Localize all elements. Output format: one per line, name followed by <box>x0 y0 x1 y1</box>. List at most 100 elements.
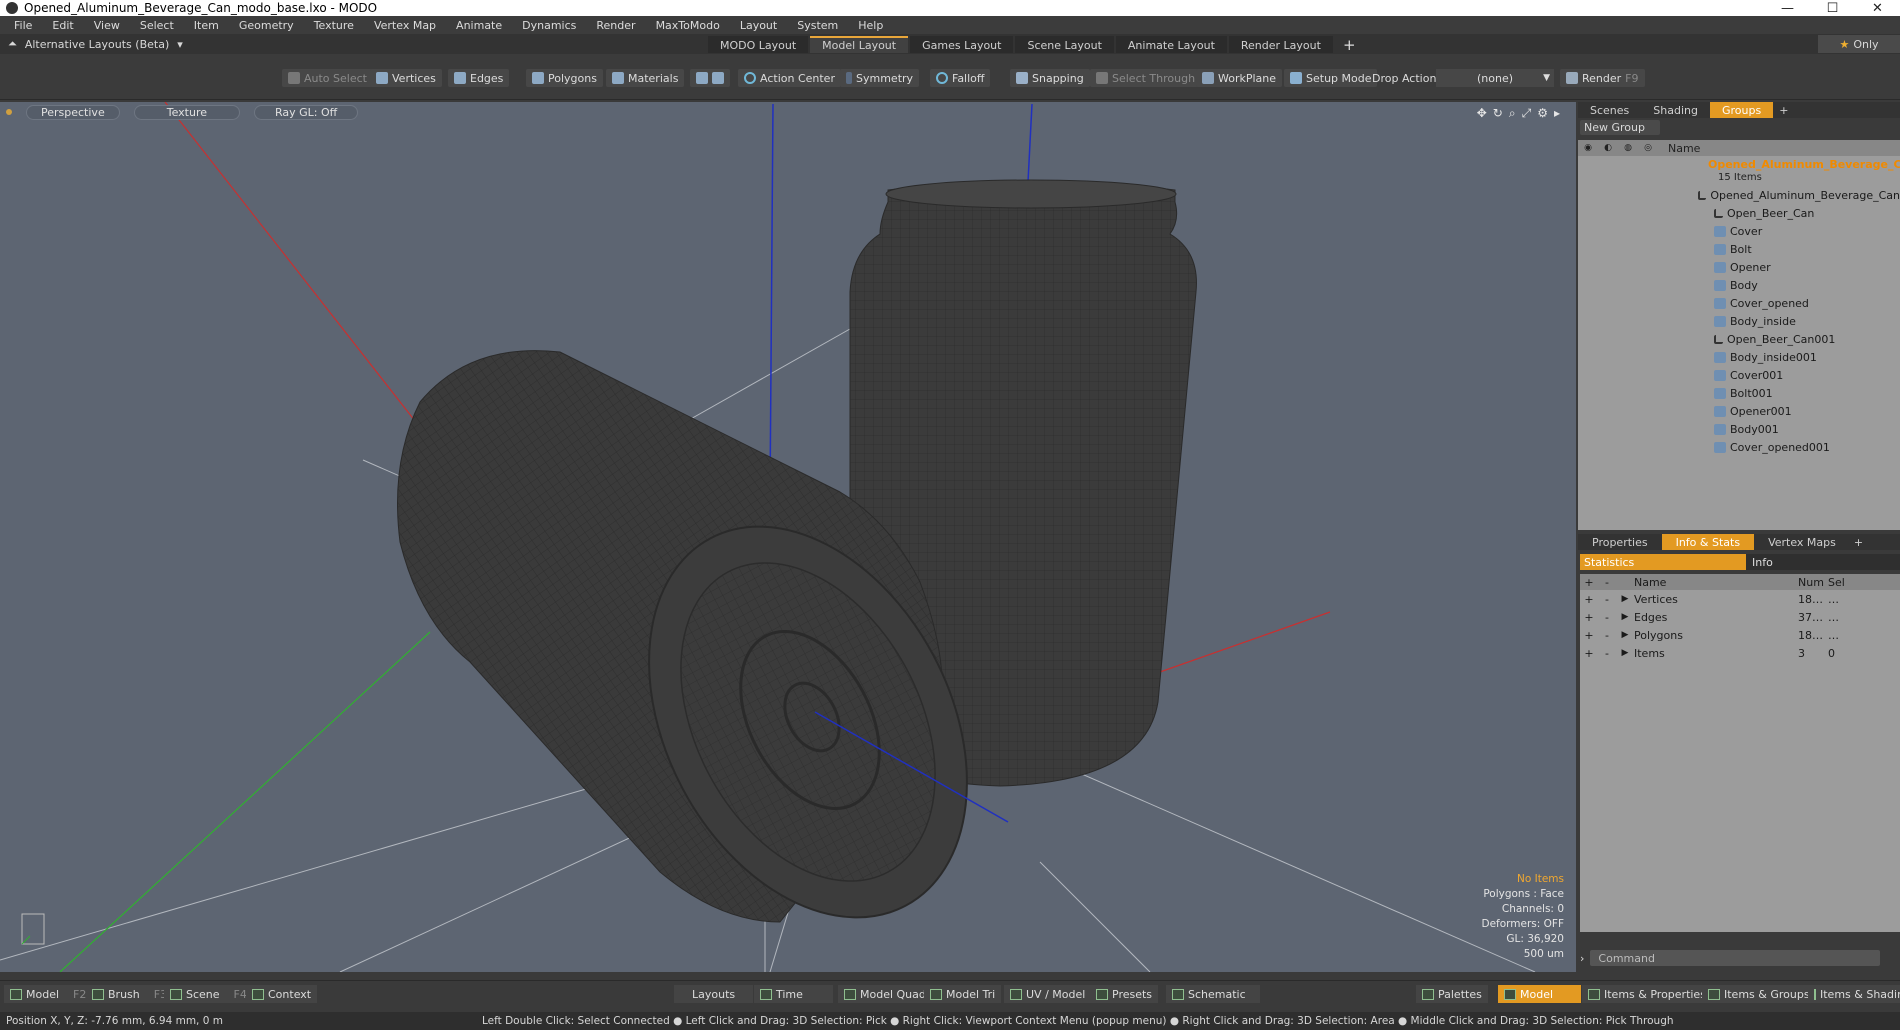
viewport-scene[interactable] <box>0 102 1576 972</box>
only-toggle[interactable]: ★ Only <box>1818 35 1900 53</box>
items-groups-button[interactable]: Items & Groups <box>1702 985 1816 1003</box>
stats-row-vertices[interactable]: + - ▶ Vertices 18… … <box>1580 590 1900 608</box>
expand-plus[interactable]: + <box>1580 629 1598 642</box>
minimize-button[interactable]: — <box>1765 0 1810 16</box>
group-item-row[interactable]: Cover_opened001 <box>1578 438 1900 456</box>
add-layout-button[interactable]: + <box>1343 36 1356 54</box>
stats-row-polygons[interactable]: + - ▶ Polygons 18… … <box>1580 626 1900 644</box>
falloff-button[interactable]: Falloff <box>930 69 991 87</box>
visibility-eye-icon[interactable]: ◉ <box>1578 140 1598 156</box>
items-shading-button[interactable]: Items & Shading <box>1808 985 1900 1003</box>
tab-vertex-maps[interactable]: Vertex Maps <box>1754 534 1850 550</box>
workplane-button[interactable]: WorkPlane <box>1196 69 1283 87</box>
info-tab[interactable]: Info <box>1746 554 1900 570</box>
vertices-button[interactable]: Vertices <box>370 69 442 87</box>
expand-arrow-icon[interactable]: ▶ <box>1616 630 1634 640</box>
scene-tab-button[interactable]: Scene F4 <box>164 985 253 1003</box>
lock-icon[interactable]: ◍ <box>1618 140 1638 156</box>
edges-button[interactable]: Edges <box>448 69 510 87</box>
viewport-menu-icon[interactable] <box>6 109 12 115</box>
group-item-row[interactable]: Cover_opened <box>1578 294 1900 312</box>
view-mode-dropdown[interactable]: Perspective <box>26 104 120 120</box>
statistics-tab[interactable]: Statistics <box>1580 554 1746 570</box>
tab-scene-layout[interactable]: Scene Layout <box>1015 36 1114 53</box>
uv-model-button[interactable]: UV / Model <box>1004 985 1092 1003</box>
expand-plus[interactable]: + <box>1580 611 1598 624</box>
stats-row-edges[interactable]: + - ▶ Edges 37… … <box>1580 608 1900 626</box>
select-through-button[interactable]: Select Through <box>1090 69 1202 87</box>
tab-modo-layout[interactable]: MODO Layout <box>708 36 809 53</box>
menu-layout[interactable]: Layout <box>730 19 787 32</box>
shading-mode-dropdown[interactable]: Texture <box>133 104 240 120</box>
menu-animate[interactable]: Animate <box>446 19 512 32</box>
action-center-button[interactable]: Action Center <box>738 69 841 87</box>
collapse-minus[interactable]: - <box>1598 611 1616 624</box>
presets-button[interactable]: Presets <box>1090 985 1159 1003</box>
tab-info-stats[interactable]: Info & Stats <box>1661 534 1755 550</box>
group-item-row[interactable]: Bolt <box>1578 240 1900 258</box>
expand-plus[interactable]: + <box>1580 647 1598 660</box>
menu-geometry[interactable]: Geometry <box>229 19 304 32</box>
expand-arrow-icon[interactable]: ▶ <box>1616 648 1634 658</box>
auto-select-button[interactable]: Auto Select <box>282 69 373 87</box>
menu-vertex-map[interactable]: Vertex Map <box>364 19 446 32</box>
items-properties-button[interactable]: Items & Properties <box>1582 985 1712 1003</box>
context-tab-button[interactable]: Context <box>246 985 318 1003</box>
maximize-button[interactable]: ☐ <box>1810 0 1855 16</box>
time-button[interactable]: Time <box>754 985 833 1003</box>
setup-mode-button[interactable]: Setup Mode <box>1284 69 1378 87</box>
group-item-row[interactable]: Open_Beer_Can <box>1578 204 1900 222</box>
palettes-button[interactable]: Palettes <box>1416 985 1488 1003</box>
model-tab-button[interactable]: Model F2 <box>4 985 93 1003</box>
menu-file[interactable]: File <box>4 19 42 32</box>
command-input[interactable]: Command <box>1590 950 1881 966</box>
model-quad-button[interactable]: Model Quad <box>838 985 932 1003</box>
expand-plus[interactable]: + <box>1580 593 1598 606</box>
layouts-button[interactable]: Layouts <box>674 985 754 1003</box>
maximize-viewport-icon[interactable]: ⤢ <box>1522 106 1532 121</box>
new-group-button[interactable]: New Group <box>1580 120 1660 135</box>
expand-arrow-icon[interactable]: ▶ <box>1616 594 1634 604</box>
tab-scenes[interactable]: Scenes <box>1578 102 1641 118</box>
add-tab-button[interactable]: + <box>1773 102 1794 118</box>
group-item-row[interactable]: Open_Beer_Can001 <box>1578 330 1900 348</box>
tab-render-layout[interactable]: Render Layout <box>1228 36 1333 53</box>
group-item-row[interactable]: Opener <box>1578 258 1900 276</box>
brush-tab-button[interactable]: Brush F3 <box>86 985 174 1003</box>
model-tri-button[interactable]: Model Tri <box>924 985 1002 1003</box>
group-item-row[interactable]: Opened_Aluminum_Beverage_Can <box>1578 186 1900 204</box>
group-item-row[interactable]: Opener001 <box>1578 402 1900 420</box>
menu-dynamics[interactable]: Dynamics <box>512 19 586 32</box>
raygl-dropdown[interactable]: Ray GL: Off <box>254 104 359 120</box>
polygons-button[interactable]: Polygons <box>526 69 603 87</box>
collapse-minus[interactable]: - <box>1598 629 1616 642</box>
group-item-row[interactable]: Body001 <box>1578 420 1900 438</box>
model-active-button[interactable]: Model <box>1498 985 1582 1003</box>
tab-groups[interactable]: Groups <box>1709 102 1774 118</box>
menu-item[interactable]: Item <box>184 19 229 32</box>
tab-model-layout[interactable]: Model Layout <box>810 36 909 53</box>
tab-shading[interactable]: Shading <box>1641 102 1710 118</box>
viewport-settings-icon[interactable]: ⚙ <box>1537 106 1548 121</box>
menu-maxtomodo[interactable]: MaxToModo <box>646 19 730 32</box>
snapping-button[interactable]: Snapping <box>1010 69 1090 87</box>
tab-properties[interactable]: Properties <box>1578 534 1662 550</box>
schematic-button[interactable]: Schematic <box>1166 985 1260 1003</box>
pan-icon[interactable]: ✥ <box>1477 106 1487 121</box>
symmetry-button[interactable]: Symmetry <box>840 69 920 87</box>
menu-view[interactable]: View <box>84 19 130 32</box>
menu-system[interactable]: System <box>787 19 848 32</box>
materials-button[interactable]: Materials <box>606 69 685 87</box>
tab-games-layout[interactable]: Games Layout <box>910 36 1014 53</box>
collapse-minus[interactable]: - <box>1598 593 1616 606</box>
menu-help[interactable]: Help <box>848 19 893 32</box>
expand-arrow-icon[interactable]: ▶ <box>1616 612 1634 622</box>
viewport-more-icon[interactable]: ▸ <box>1554 106 1560 121</box>
collapse-minus[interactable]: - <box>1598 647 1616 660</box>
menu-edit[interactable]: Edit <box>42 19 83 32</box>
select-toggle-icon[interactable]: ◎ <box>1638 140 1658 156</box>
alternative-layouts-dropdown[interactable]: ⏶ Alternative Layouts (Beta) ▾ <box>8 37 183 51</box>
render-toggle-icon[interactable]: ◐ <box>1598 140 1618 156</box>
render-button[interactable]: Render F9 <box>1560 69 1645 87</box>
add-tab-button[interactable]: + <box>1850 534 1867 550</box>
